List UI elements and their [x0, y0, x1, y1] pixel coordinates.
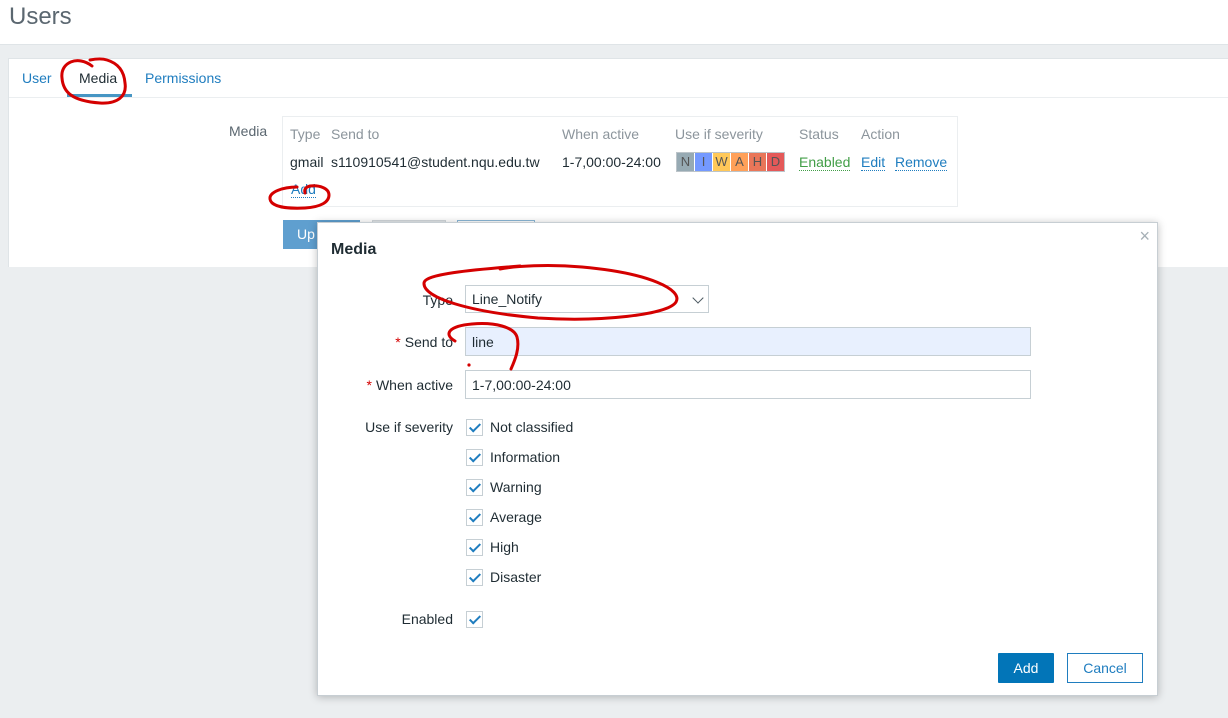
checkbox-label-high: High: [490, 539, 519, 555]
required-asterisk: *: [395, 334, 401, 350]
severity-average: A: [731, 153, 749, 171]
cancel-button[interactable]: Cancel: [1067, 653, 1143, 683]
add-media-link[interactable]: Add: [291, 181, 316, 198]
checkbox-label-not-classified: Not classified: [490, 419, 574, 435]
type-select[interactable]: Line_Notify: [465, 285, 709, 313]
dialog-title: Media: [331, 241, 377, 258]
active-tab-indicator: [67, 94, 132, 97]
column-header-when-active: When active: [562, 126, 640, 142]
severity-information: I: [695, 153, 713, 171]
use-if-severity-label: Use if severity: [365, 419, 453, 435]
send-to-input[interactable]: [465, 327, 1031, 356]
severity-high: H: [749, 153, 767, 171]
media-row-send-to: s110910541@student.nqu.edu.tw: [331, 154, 540, 170]
required-asterisk: *: [366, 377, 372, 393]
tab-media[interactable]: Media: [79, 70, 117, 86]
checkbox-not-classified[interactable]: [466, 419, 483, 436]
when-active-label: * When active: [366, 377, 454, 393]
checkbox-high[interactable]: [466, 539, 483, 556]
close-icon[interactable]: ×: [1139, 226, 1150, 247]
when-active-input[interactable]: [465, 370, 1031, 399]
severity-indicator: N I W A H D: [676, 152, 785, 172]
type-label: Type: [422, 292, 453, 308]
media-row-type: gmail: [290, 154, 324, 170]
page-header: Users: [0, 0, 1228, 45]
page-title: Users: [9, 3, 72, 30]
checkbox-information[interactable]: [466, 449, 483, 466]
severity-not-classified: N: [677, 153, 695, 171]
checkbox-average[interactable]: [466, 509, 483, 526]
column-header-send-to: Send to: [331, 126, 380, 142]
checkbox-disaster[interactable]: [466, 569, 483, 586]
media-dialog: Media × Type Line_Notify *Send to *When …: [317, 222, 1158, 696]
checkbox-label-warning: Warning: [490, 479, 542, 495]
column-header-action: Action: [861, 126, 900, 142]
severity-warning: W: [713, 153, 731, 171]
media-row-when-active: 1-7,00:00-24:00: [562, 154, 661, 170]
column-header-type: Type: [290, 126, 321, 142]
tab-permissions[interactable]: Permissions: [145, 70, 221, 86]
checkbox-enabled[interactable]: [466, 611, 483, 628]
checkbox-label-information: Information: [490, 449, 561, 465]
media-field-label: Media: [229, 123, 268, 139]
checkbox-label-average: Average: [490, 509, 542, 525]
type-select-value: Line_Notify: [472, 291, 543, 307]
send-to-label: * Send to: [395, 334, 453, 350]
media-edit-link[interactable]: Edit: [861, 154, 886, 171]
column-header-status: Status: [799, 126, 839, 142]
checkbox-warning[interactable]: [466, 479, 483, 496]
media-remove-link[interactable]: Remove: [895, 154, 948, 171]
tab-user[interactable]: User: [22, 70, 52, 86]
column-header-severity: Use if severity: [675, 126, 763, 142]
chevron-down-icon: [692, 292, 704, 304]
checkbox-label-disaster: Disaster: [490, 569, 542, 585]
enabled-label: Enabled: [401, 611, 453, 627]
tab-bar: User Media Permissions: [9, 59, 1228, 98]
media-status-enabled-link[interactable]: Enabled: [799, 154, 851, 171]
media-table: Type Send to When active Use if severity…: [282, 116, 958, 207]
add-button[interactable]: Add: [998, 653, 1054, 683]
severity-disaster: D: [767, 153, 784, 171]
